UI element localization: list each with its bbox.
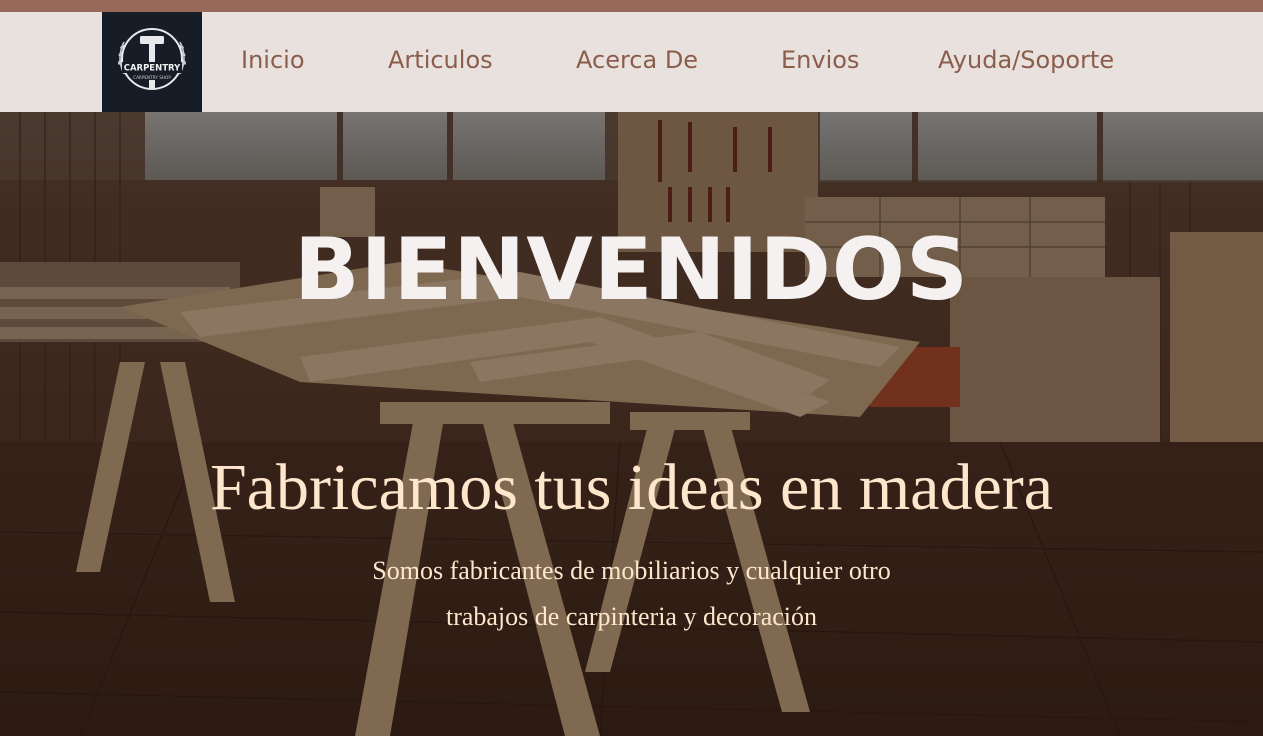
hero-description-line-1: Somos fabricantes de mobiliarios y cualq… bbox=[372, 556, 891, 585]
svg-text:CARPENTRY: CARPENTRY bbox=[124, 64, 181, 74]
navbar: CARPENTRY CARPENTRY SHOP Inicio Articulo… bbox=[0, 12, 1263, 112]
hero-title: BIENVENIDOS bbox=[294, 220, 969, 320]
hero-background-image bbox=[0, 112, 1263, 736]
hero-section: BIENVENIDOS Fabricamos tus ideas en made… bbox=[0, 112, 1263, 736]
hero-description: Somos fabricantes de mobiliarios y cualq… bbox=[0, 548, 1263, 640]
nav-item-acerca-de[interactable]: Acerca De bbox=[576, 45, 698, 75]
hero-subtitle: Fabricamos tus ideas en madera bbox=[209, 451, 1054, 524]
nav-item-articulos[interactable]: Articulos bbox=[388, 45, 493, 75]
hero-description-line-2: trabajos de carpinteria y decoración bbox=[445, 602, 818, 631]
top-accent-bar bbox=[0, 0, 1263, 12]
nav-item-inicio[interactable]: Inicio bbox=[241, 45, 305, 75]
svg-text:CARPENTRY SHOP: CARPENTRY SHOP bbox=[133, 75, 171, 80]
nav-item-ayuda-soporte[interactable]: Ayuda/Soporte bbox=[938, 45, 1114, 75]
logo[interactable]: CARPENTRY CARPENTRY SHOP bbox=[102, 12, 202, 112]
hammer-icon: CARPENTRY CARPENTRY SHOP bbox=[117, 28, 187, 90]
nav-item-envios[interactable]: Envios bbox=[781, 45, 859, 75]
